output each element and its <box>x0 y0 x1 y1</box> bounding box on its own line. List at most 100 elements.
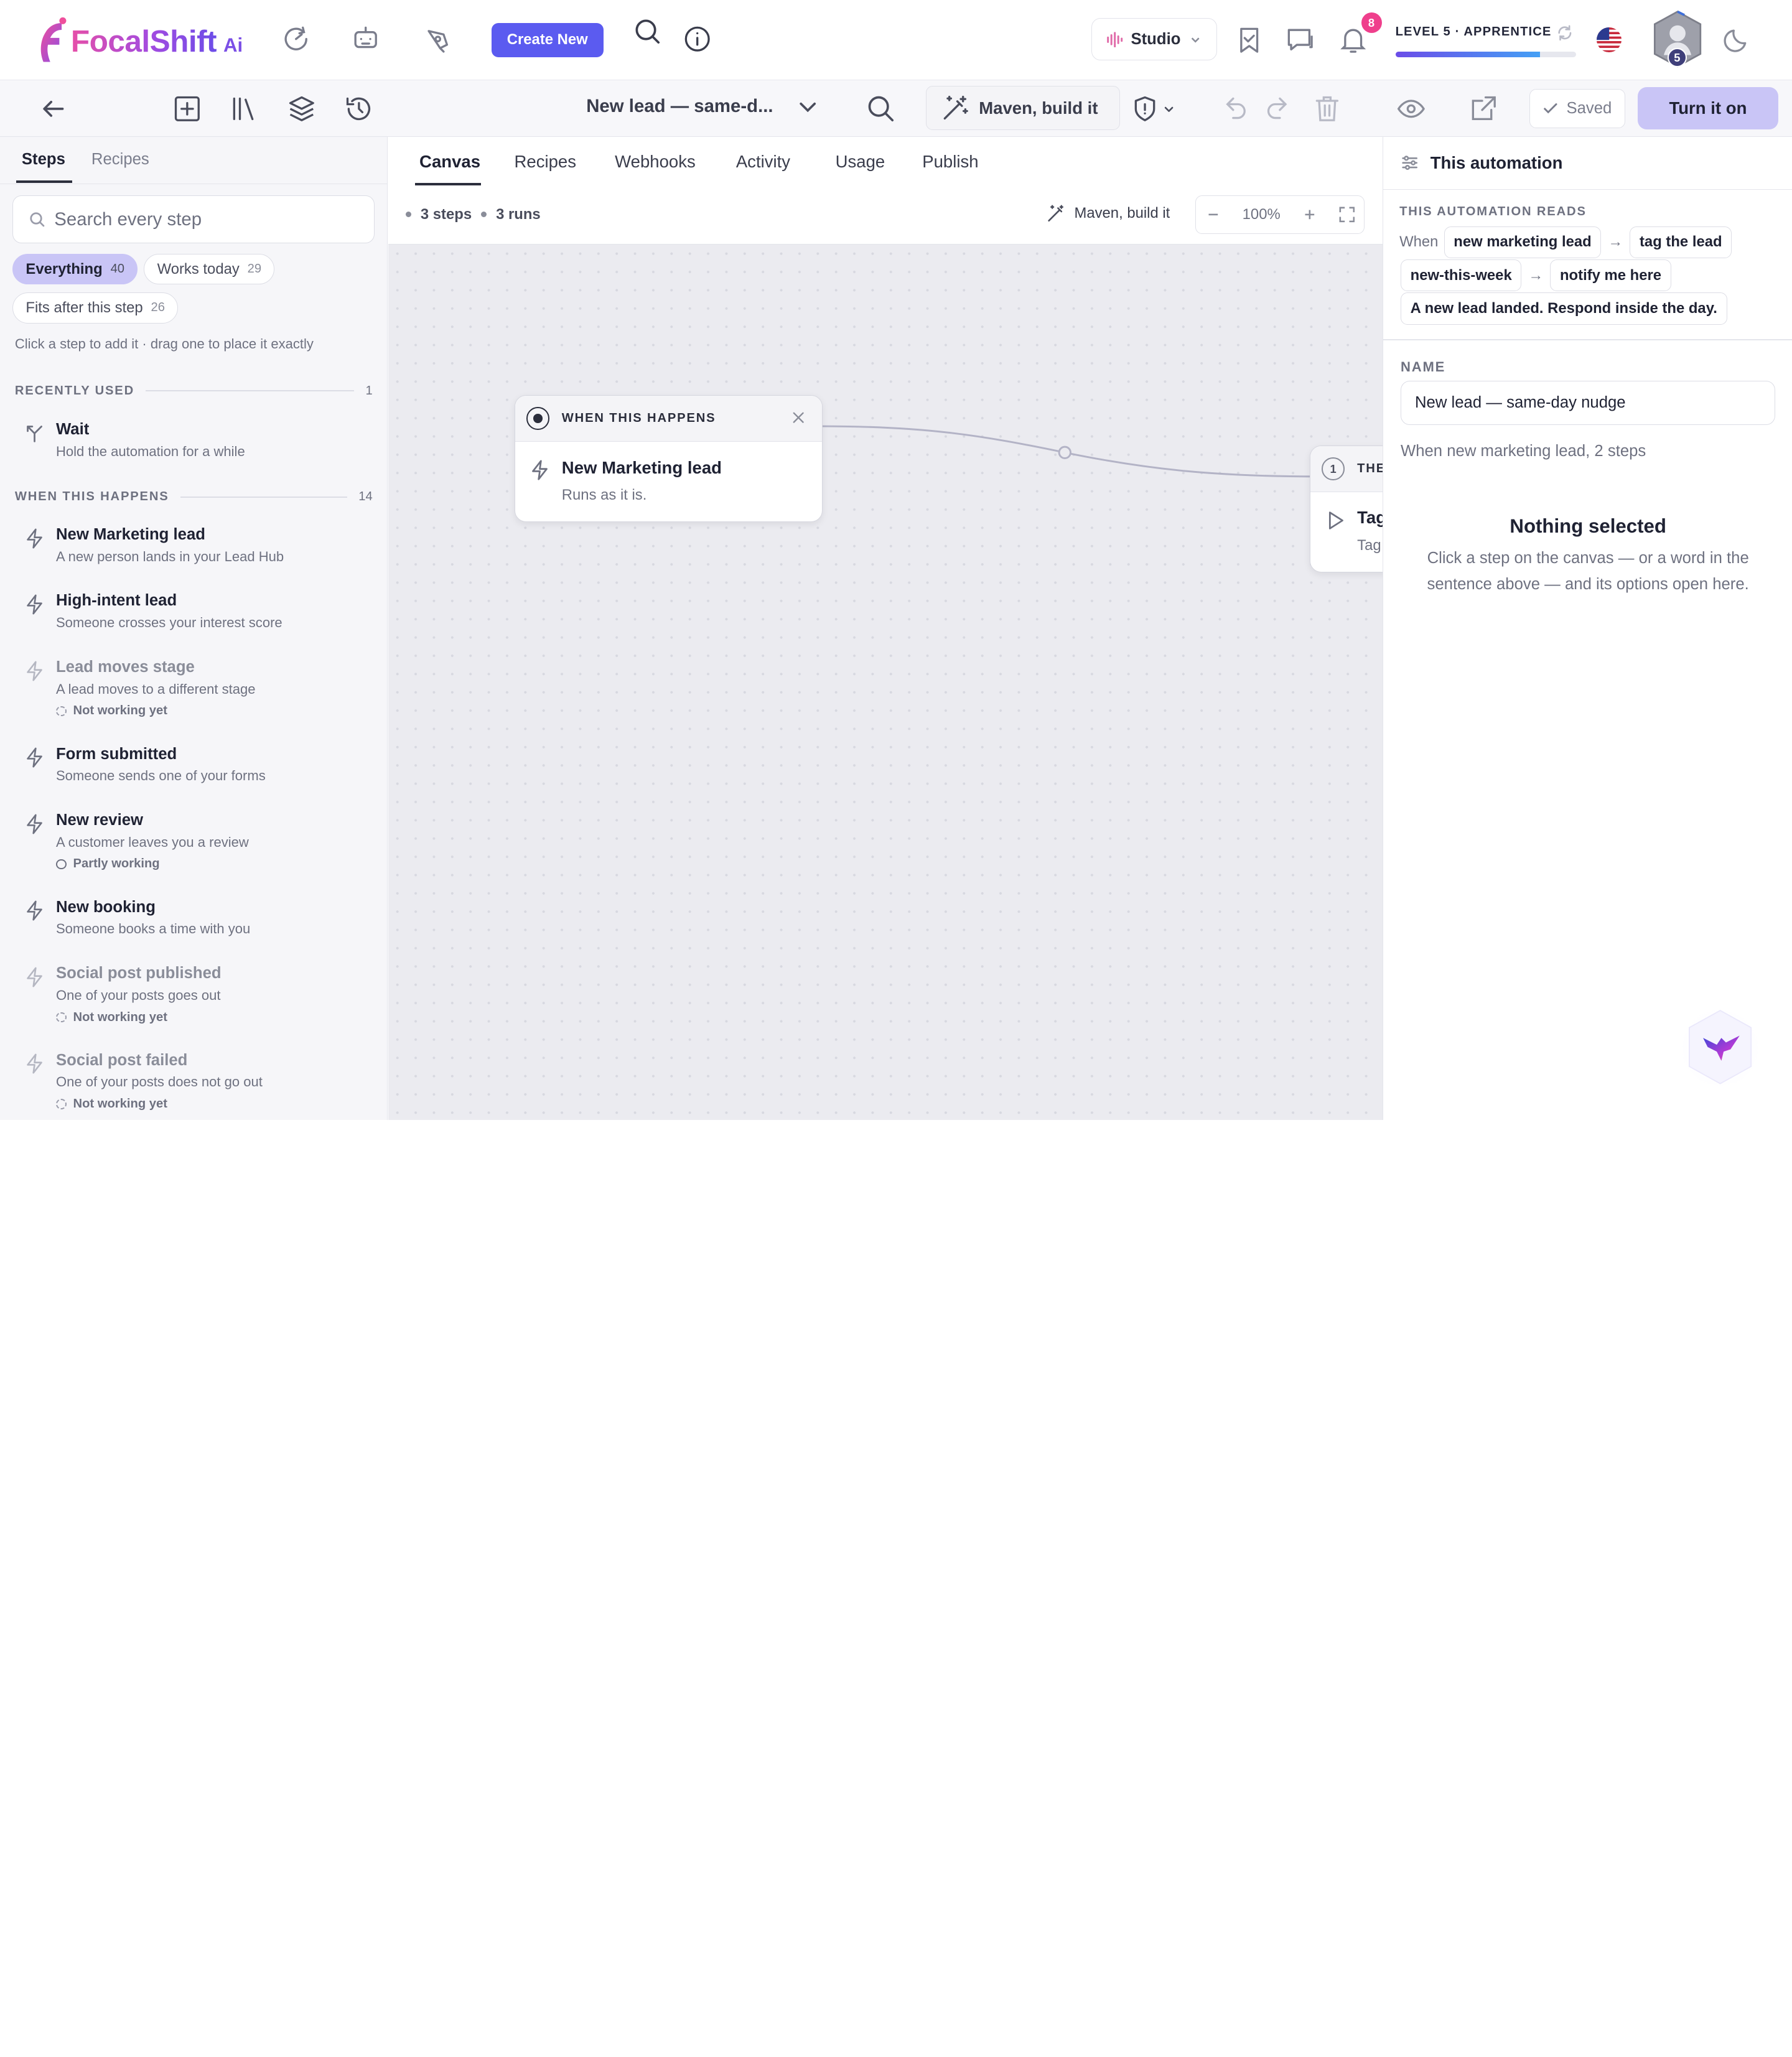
search-icon[interactable] <box>632 16 664 48</box>
chat-bot-icon[interactable] <box>350 23 381 55</box>
lightning-icon <box>26 814 42 834</box>
lightning-icon <box>26 967 42 987</box>
steps-meta: 3 steps <box>406 206 472 223</box>
app-window: FocalShift Ai Create New Studio 8 LEVEL … <box>0 0 1792 1120</box>
maven-build-button[interactable]: Maven, build it <box>925 85 1120 131</box>
tab-recipes[interactable]: Recipes <box>515 152 577 172</box>
node-subtitle: Tag <box>1357 537 1381 554</box>
step-item[interactable]: Social post published One of your posts g… <box>15 964 373 1031</box>
sentence-token[interactable]: A new lead landed. Respond inside the da… <box>1400 292 1727 325</box>
chevron-down-icon[interactable] <box>795 95 820 119</box>
bookmark-check-icon[interactable] <box>1233 24 1265 56</box>
tab-canvas[interactable]: Canvas <box>419 152 480 172</box>
preview-eye-icon[interactable] <box>1396 94 1426 124</box>
info-icon[interactable] <box>681 23 713 55</box>
open-external-icon[interactable] <box>1468 94 1498 124</box>
zoom-in-icon[interactable] <box>1302 207 1318 223</box>
dashboard-gauge-icon[interactable] <box>280 23 312 55</box>
sentence-token[interactable]: new marketing lead <box>1444 226 1602 259</box>
dark-mode-moon-icon[interactable] <box>1722 25 1752 55</box>
refresh-icon[interactable] <box>1557 25 1573 41</box>
step-desc: One of your posts goes out <box>55 987 221 1003</box>
back-arrow-icon[interactable] <box>39 94 68 124</box>
editor-toolbar: New lead — same-d... Maven, build it Sav… <box>0 80 1792 138</box>
step-desc: Someone books a time with you <box>55 921 251 937</box>
step-name: New review <box>55 811 143 829</box>
zoom-out-icon[interactable] <box>1205 207 1221 223</box>
step-item[interactable]: New Marketing lead A new person lands in … <box>15 526 373 571</box>
tab-steps[interactable]: Steps <box>22 151 65 169</box>
section-when-this-happens: WHEN THIS HAPPENS 14 <box>15 489 373 505</box>
section-title: WHEN THIS HAPPENS <box>14 490 169 504</box>
node-subtitle: Runs as it is. <box>561 487 647 504</box>
maven-build-link[interactable]: Maven, build it <box>1047 205 1170 223</box>
section-divider <box>180 497 347 498</box>
section-title: RECENTLY USED <box>14 383 135 398</box>
step-item[interactable]: Social post failed One of your posts does… <box>15 1052 373 1118</box>
filter-fits-after[interactable]: Fits after this step 26 <box>12 292 179 324</box>
step-status-label: Not working yet <box>73 1010 167 1024</box>
split-arrow-icon <box>26 425 42 442</box>
layers-icon[interactable] <box>287 94 317 124</box>
maven-build-label: Maven, build it <box>979 98 1098 118</box>
steps-sidebar: Steps Recipes Everything 40 Works today … <box>0 137 388 1120</box>
step-status: Not working yet <box>55 704 167 718</box>
automation-panel: This automation THIS AUTOMATION READS Wh… <box>1383 137 1792 1120</box>
redo-icon[interactable] <box>1265 94 1295 124</box>
node-header-label: WHEN THIS HAPPENS <box>561 411 716 426</box>
search-icon[interactable] <box>866 94 896 124</box>
library-icon[interactable] <box>230 94 259 124</box>
step-item[interactable]: New booking Someone books a time with you <box>15 898 373 944</box>
brand-name: FocalShift <box>70 24 217 59</box>
canvas-area: Canvas Recipes Webhooks Activity Usage P… <box>388 137 1383 1120</box>
sentence-line: A new lead landed. Respond inside the da… <box>1400 292 1730 325</box>
studio-switcher[interactable]: Studio <box>1091 18 1218 61</box>
step-status: Partly working <box>55 857 160 871</box>
assistant-bird-button[interactable] <box>1676 1004 1765 1093</box>
trigger-node[interactable]: WHEN THIS HAPPENS New Marketing lead Run… <box>514 395 823 523</box>
sliders-icon <box>1402 156 1417 170</box>
step-desc: Hold the automation for a while <box>55 443 245 459</box>
tab-activity[interactable]: Activity <box>736 152 790 172</box>
active-tab-indicator <box>16 180 72 183</box>
empty-state-description: Click a step on the canvas — or a word i… <box>1427 549 1749 594</box>
history-icon[interactable] <box>344 94 374 124</box>
workflow-canvas[interactable]: WHEN THIS HAPPENS New Marketing lead Run… <box>388 245 1383 1120</box>
close-icon[interactable] <box>793 412 804 423</box>
step-item[interactable]: New review A customer leaves you a review… <box>15 811 373 878</box>
step-name: Lead moves stage <box>55 658 195 676</box>
step-desc: A customer leaves you a review <box>55 834 249 850</box>
tab-publish[interactable]: Publish <box>922 152 978 172</box>
tab-recipes[interactable]: Recipes <box>91 151 149 169</box>
us-flag-icon[interactable] <box>1596 27 1622 53</box>
filter-works-today[interactable]: Works today 29 <box>144 253 275 285</box>
step-search-input[interactable] <box>54 208 363 230</box>
turn-on-button[interactable]: Turn it on <box>1637 86 1778 129</box>
automation-name-title[interactable]: New lead — same-d... <box>586 96 773 117</box>
add-square-icon[interactable] <box>172 94 202 124</box>
undo-icon[interactable] <box>1218 94 1248 124</box>
step-desc: A new person lands in your Lead Hub <box>55 548 284 564</box>
security-shield-icon[interactable] <box>1131 94 1177 124</box>
sentence-token[interactable]: tag the lead <box>1630 226 1732 259</box>
step-item[interactable]: Form submitted Someone sends one of your … <box>15 745 373 791</box>
dashed-circle-icon <box>55 1099 67 1109</box>
tab-webhooks[interactable]: Webhooks <box>615 152 696 172</box>
fullscreen-icon[interactable] <box>1339 207 1355 223</box>
trash-icon[interactable] <box>1312 94 1342 124</box>
action-node[interactable]: 1 THE Tag Tag <box>1309 445 1383 573</box>
logo[interactable]: FocalShift Ai <box>34 16 243 67</box>
step-item[interactable]: Lead moves stage A lead moves to a differ… <box>15 658 373 725</box>
sentence-token[interactable]: new-this-week <box>1400 259 1522 292</box>
notification-count-badge: 8 <box>1361 12 1382 34</box>
tab-usage[interactable]: Usage <box>836 152 885 172</box>
filter-everything[interactable]: Everything 40 <box>12 253 138 285</box>
step-item-wait[interactable]: Wait Hold the automation for a while <box>15 421 373 466</box>
filter-count: 40 <box>110 262 125 276</box>
automation-name-field[interactable] <box>1400 380 1776 426</box>
pen-tool-icon[interactable] <box>422 23 454 55</box>
step-item[interactable]: High-intent lead Someone crosses your int… <box>15 592 373 637</box>
create-new-button[interactable]: Create New <box>491 22 604 57</box>
messages-icon[interactable] <box>1284 24 1316 56</box>
sentence-token[interactable]: notify me here <box>1550 259 1671 292</box>
